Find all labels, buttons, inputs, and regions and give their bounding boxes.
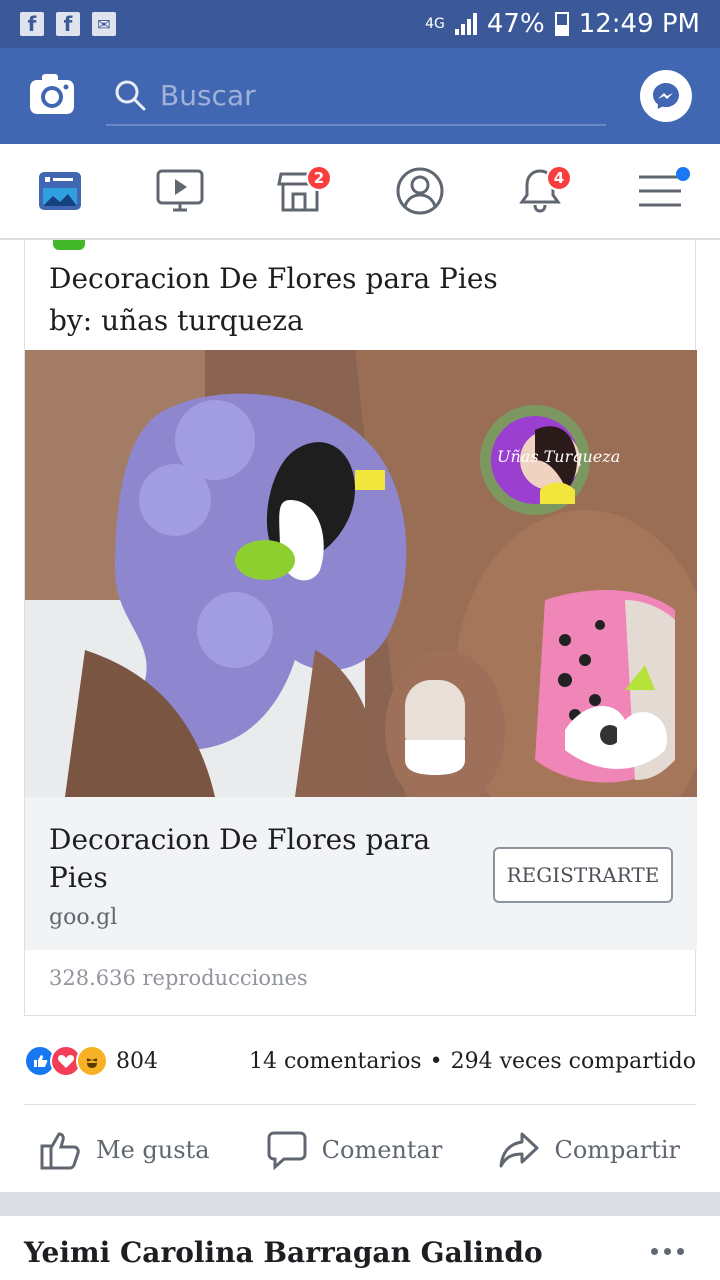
nav-bar: 2 4 — [0, 144, 720, 240]
marketplace-badge: 2 — [306, 165, 332, 191]
network-type: 4G — [425, 16, 445, 32]
link-preview[interactable]: Decoracion De Flores para Pies goo.gl RE… — [25, 797, 697, 950]
video-player[interactable]: Uñas Turqueza — [25, 350, 697, 797]
reactions-bar[interactable]: 804 14 comentarios • 294 veces compartid… — [24, 1036, 696, 1086]
battery-icon — [554, 12, 569, 36]
view-count: 328.636 reproducciones — [49, 966, 308, 990]
thumbs-up-icon — [40, 1132, 80, 1170]
like-label: Me gusta — [96, 1136, 210, 1164]
sponsored-tag — [53, 240, 85, 250]
facebook-notification-icon-2: f — [56, 12, 80, 36]
messenger-icon[interactable] — [640, 70, 692, 122]
menu-new-dot — [676, 167, 690, 181]
video-frame: Uñas Turqueza — [25, 350, 697, 797]
post-text: Decoracion De Flores para Pies by: uñas … — [25, 240, 695, 356]
next-post-header: Yeimi Carolina Barragan Galindo — [0, 1216, 720, 1280]
signal-icon — [454, 13, 477, 35]
share-icon — [499, 1132, 539, 1168]
notifications-badge: 4 — [546, 165, 572, 191]
next-post-author[interactable]: Yeimi Carolina Barragan Galindo — [24, 1236, 696, 1269]
search-icon — [115, 80, 146, 111]
meta-separator: • — [429, 1048, 443, 1074]
tab-news-feed[interactable] — [30, 161, 90, 221]
register-button[interactable]: REGISTRARTE — [493, 847, 673, 903]
comment-icon — [267, 1131, 307, 1170]
share-button[interactable]: Compartir — [498, 1130, 680, 1170]
search-placeholder: Buscar — [160, 78, 256, 112]
status-bar: f f ✉ 4G 47% 12:49 PM — [0, 0, 720, 48]
facebook-notification-icon: f — [20, 12, 44, 36]
feed-separator — [0, 1192, 720, 1216]
tab-marketplace[interactable]: 2 — [270, 161, 332, 221]
more-options-icon[interactable] — [651, 1248, 684, 1255]
news-feed-icon — [39, 172, 81, 210]
mail-notification-icon: ✉ — [92, 12, 116, 36]
post-title: Decoracion De Flores para Pies — [49, 262, 498, 295]
tab-profile[interactable] — [390, 161, 450, 221]
comments-count[interactable]: 14 comentarios — [249, 1049, 422, 1074]
post-actions: Me gusta Comentar Compartir — [24, 1110, 696, 1190]
divider — [24, 1104, 696, 1105]
video-icon — [156, 169, 204, 212]
shares-count[interactable]: 294 veces compartido — [451, 1049, 696, 1074]
comment-button[interactable]: Comentar — [266, 1130, 443, 1170]
comment-label: Comentar — [321, 1136, 443, 1164]
video-logo-text: Uñas Turqueza — [497, 447, 620, 466]
tab-menu[interactable] — [630, 161, 690, 221]
link-domain: goo.gl — [49, 905, 118, 930]
tab-watch[interactable] — [150, 161, 210, 221]
top-bar: Buscar — [0, 48, 720, 144]
search-input[interactable]: Buscar — [106, 66, 606, 126]
clock: 12:49 PM — [578, 9, 700, 39]
reaction-count: 804 — [116, 1048, 158, 1074]
haha-reaction-icon — [76, 1045, 108, 1077]
link-title: Decoracion De Flores para Pies — [49, 823, 431, 894]
battery-percent: 47% — [486, 9, 545, 39]
share-label: Compartir — [554, 1136, 680, 1164]
profile-icon — [396, 167, 444, 215]
like-button[interactable]: Me gusta — [40, 1130, 210, 1170]
camera-icon[interactable] — [28, 72, 76, 120]
tab-notifications[interactable]: 4 — [510, 161, 572, 221]
post-card: Decoracion De Flores para Pies by: uñas … — [24, 240, 697, 1016]
post-author-credit: by: uñas turqueza — [49, 304, 304, 337]
